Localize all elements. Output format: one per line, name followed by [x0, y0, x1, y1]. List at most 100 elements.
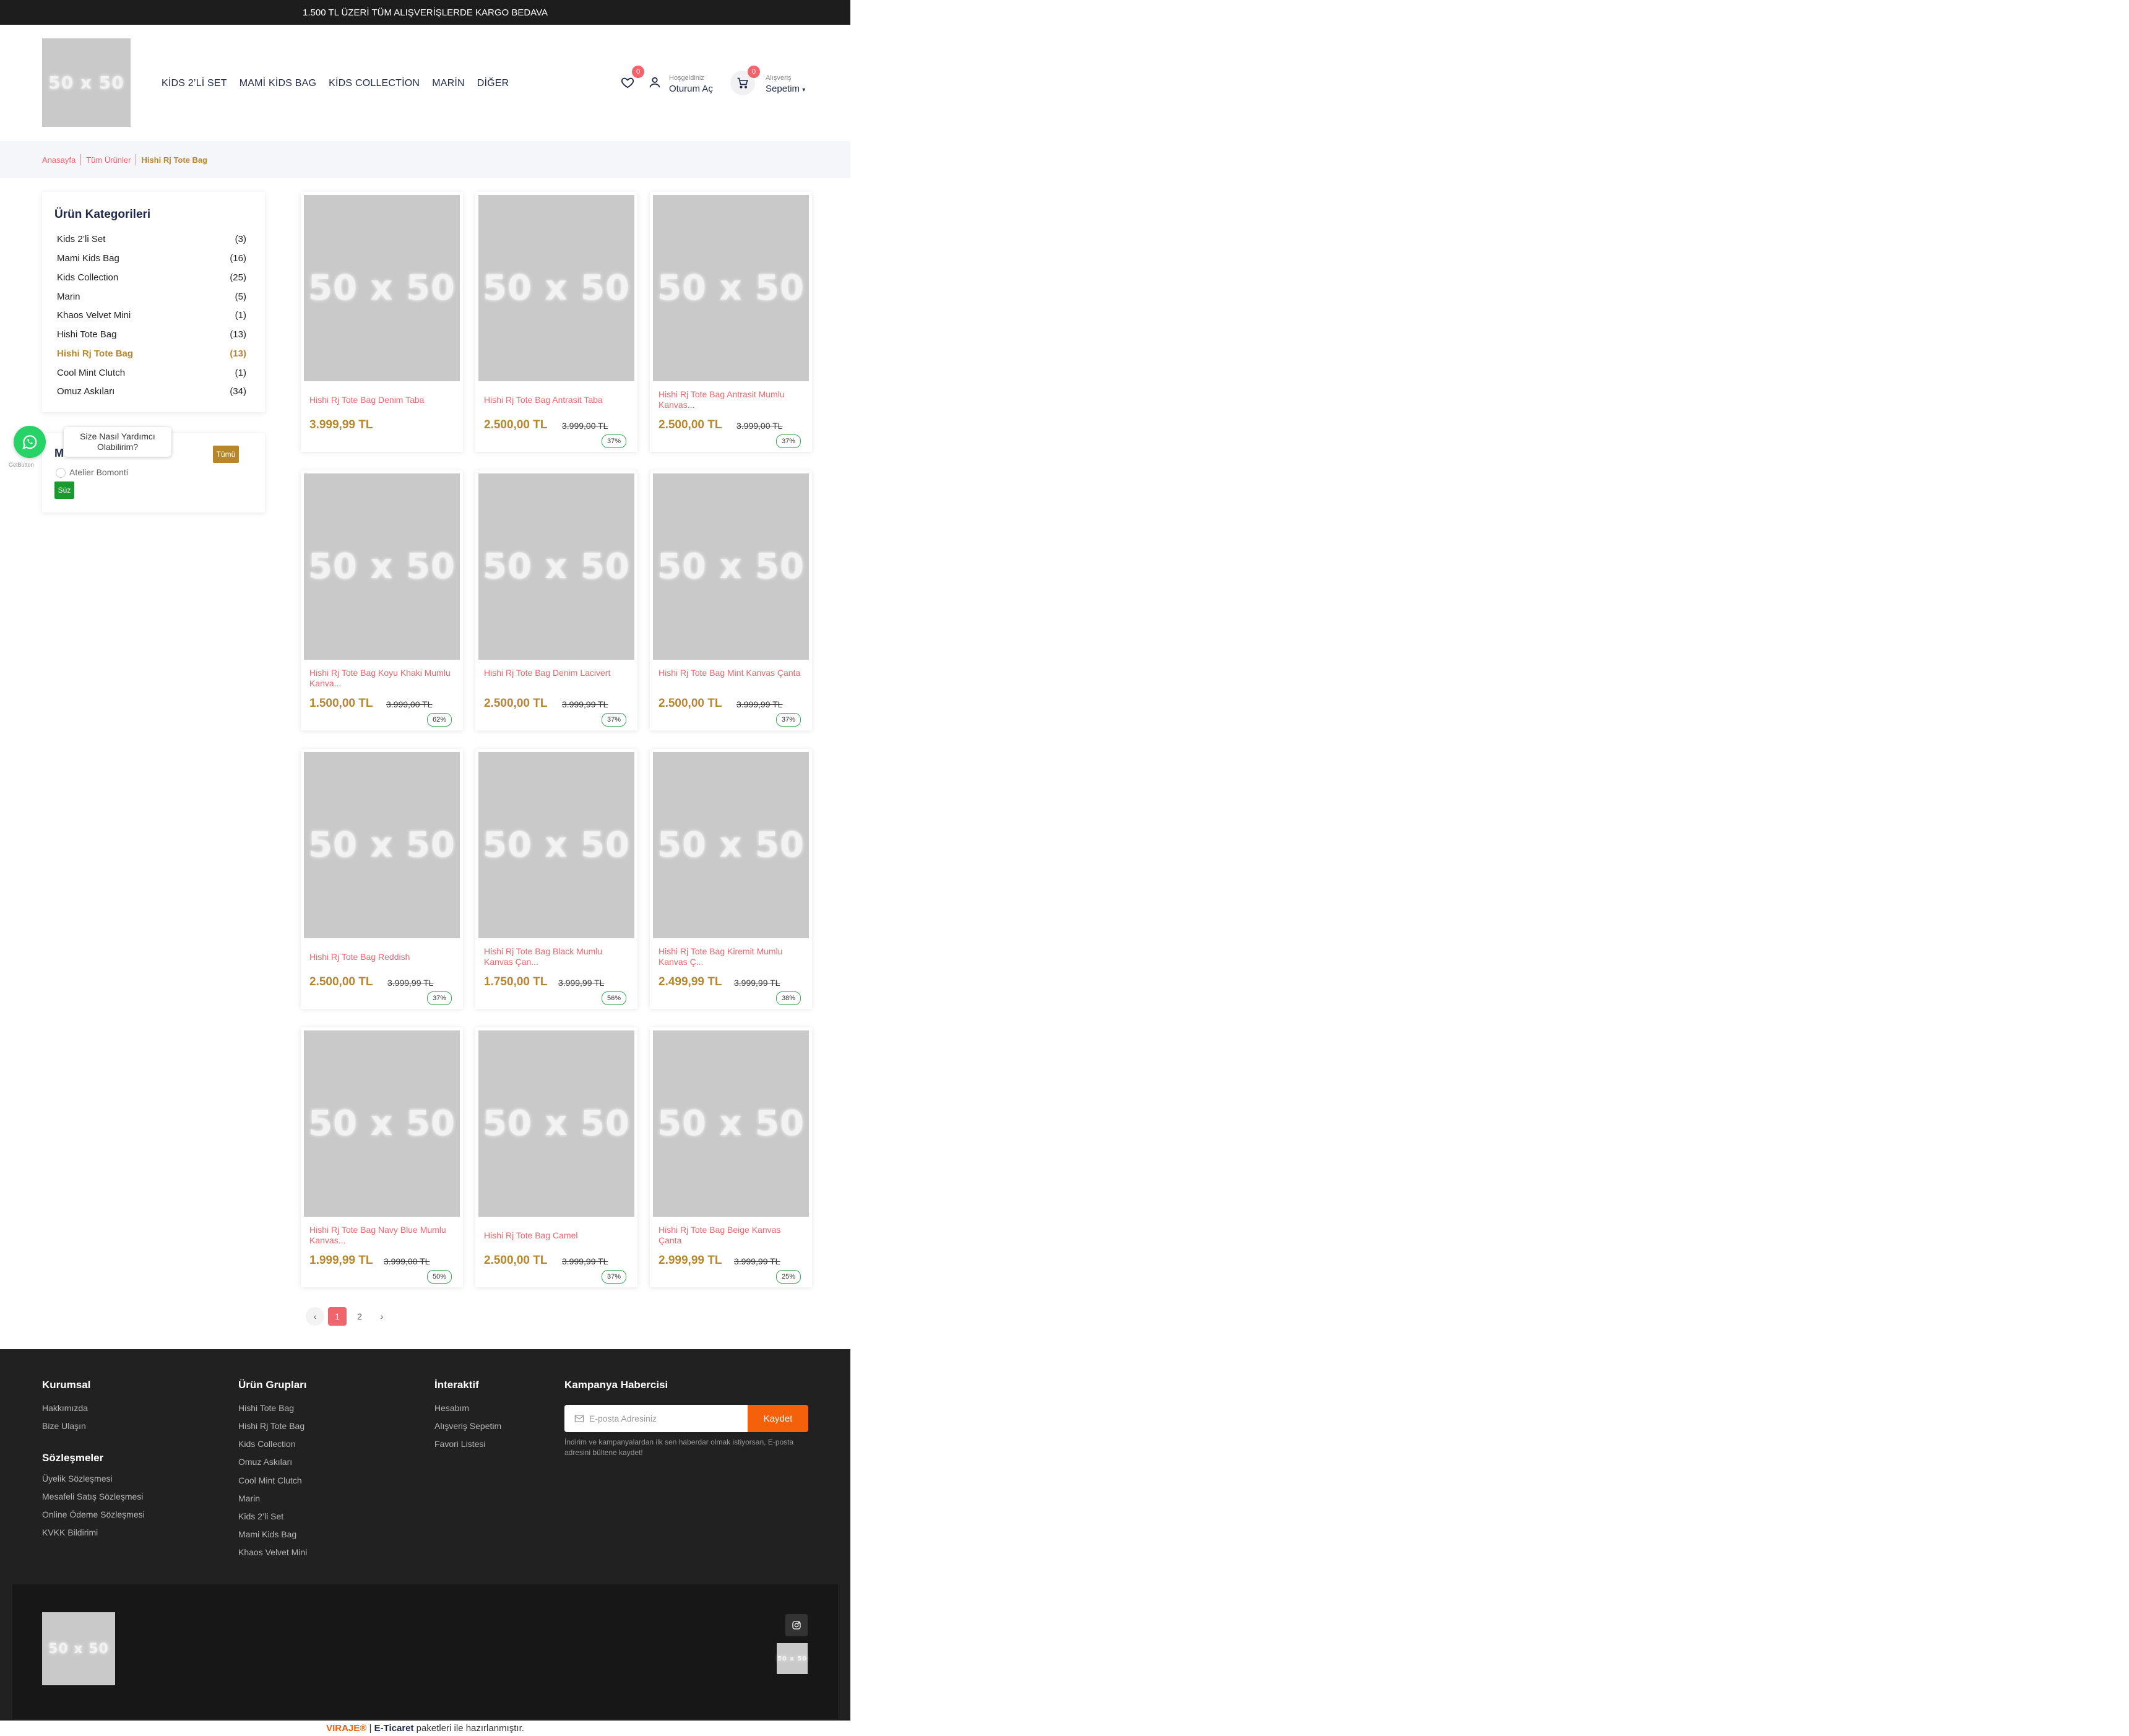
nav-item-kids-2li-set[interactable]: KİDS 2’Lİ SET	[162, 78, 227, 89]
breadcrumb-home[interactable]: Anasayfa	[42, 155, 76, 165]
category-item[interactable]: Cool Mint Clutch (1)	[57, 368, 246, 378]
footer-link[interactable]: Khaos Velvet Mini	[238, 1547, 307, 1557]
footer-link[interactable]: Omuz Askıları	[238, 1457, 292, 1467]
product-name[interactable]: Hishi Rj Tote Bag Mint Kanvas Çanta	[659, 668, 805, 678]
footer-link[interactable]: Kids 2’li Set	[238, 1511, 283, 1521]
product-name[interactable]: Hishi Rj Tote Bag Antrasit Mumlu Kanvas.…	[659, 389, 805, 410]
credit-text: paketleri ile hazırlanmıştır.	[413, 1723, 524, 1734]
filter-button[interactable]: Süz	[54, 482, 74, 499]
category-item[interactable]: Marin (5)	[57, 291, 246, 302]
footer-link[interactable]: Kids Collection	[238, 1439, 296, 1449]
wishlist-button[interactable]	[621, 76, 636, 90]
footer-link[interactable]: Marin	[238, 1493, 260, 1503]
category-name: Kids Collection	[57, 272, 119, 283]
product-name[interactable]: Hishi Rj Tote Bag Navy Blue Mumlu Kanvas…	[309, 1225, 456, 1246]
whatsapp-button[interactable]	[14, 426, 46, 458]
cart-label[interactable]: Sepetim ▾	[766, 84, 805, 94]
product-image[interactable]: 50 x 50	[304, 473, 460, 660]
footer-link[interactable]: Favori Listesi	[434, 1439, 485, 1449]
product-image[interactable]: 50 x 50	[653, 195, 809, 381]
footer-link[interactable]: Hesabım	[434, 1403, 469, 1413]
product-price: 2.500,00 TL	[309, 975, 373, 988]
product-card[interactable]: 50 x 50 Hishi Rj Tote Bag Mint Kanvas Ça…	[650, 470, 812, 730]
product-name[interactable]: Hishi Rj Tote Bag Black Mumlu Kanvas Çan…	[484, 946, 630, 967]
product-image[interactable]: 50 x 50	[653, 752, 809, 938]
footer-link[interactable]: Üyelik Sözleşmesi	[42, 1474, 113, 1483]
page-button[interactable]: 2	[350, 1307, 369, 1326]
category-item-active[interactable]: Hishi Rj Tote Bag (13)	[57, 348, 246, 359]
next-page-button[interactable]: ›	[373, 1307, 391, 1326]
product-name[interactable]: Hishi Rj Tote Bag Koyu Khaki Mumlu Kanva…	[309, 668, 456, 689]
breadcrumb-current: Hishi Rj Tote Bag	[141, 155, 208, 165]
product-image[interactable]: 50 x 50	[653, 473, 809, 660]
product-card[interactable]: 50 x 50 Hishi Rj Tote Bag Navy Blue Muml…	[301, 1027, 463, 1287]
category-item[interactable]: Omuz Askıları (34)	[57, 386, 246, 397]
product-name[interactable]: Hishi Rj Tote Bag Denim Taba	[309, 395, 456, 405]
nav-item-diger[interactable]: DİĞER	[477, 78, 509, 89]
product-name[interactable]: Hishi Rj Tote Bag Reddish	[309, 952, 456, 962]
footer-link[interactable]: Online Ödeme Sözleşmesi	[42, 1509, 145, 1519]
product-price: 2.500,00 TL	[484, 697, 548, 710]
product-image[interactable]: 50 x 50	[478, 195, 634, 381]
cart-icon	[737, 77, 748, 89]
product-name[interactable]: Hishi Rj Tote Bag Antrasit Taba	[484, 395, 630, 405]
product-card[interactable]: 50 x 50 Hishi Rj Tote Bag Denim Lacivert…	[475, 470, 637, 730]
footer-link[interactable]: Mesafeli Satış Sözleşmesi	[42, 1492, 143, 1501]
product-image[interactable]: 50 x 50	[478, 1030, 634, 1217]
nav-item-marin[interactable]: MARİN	[432, 78, 465, 89]
whatsapp-tooltip[interactable]: Size Nasıl Yardımcı Olabilirim?	[64, 427, 171, 457]
instagram-button[interactable]	[785, 1614, 808, 1636]
product-name[interactable]: Hishi Rj Tote Bag Camel	[484, 1230, 630, 1241]
footer-link[interactable]: Bize Ulaşın	[42, 1421, 86, 1431]
footer-link[interactable]: KVKK Bildirimi	[42, 1527, 98, 1537]
product-image[interactable]: 50 x 50	[653, 1030, 809, 1217]
product-card[interactable]: 50 x 50 Hishi Rj Tote Bag Beige Kanvas Ç…	[650, 1027, 812, 1287]
prev-page-button[interactable]: ‹	[306, 1307, 324, 1326]
product-image[interactable]: 50 x 50	[304, 752, 460, 938]
product-card[interactable]: 50 x 50 Hishi Rj Tote Bag Kiremit Mumlu …	[650, 749, 812, 1009]
login-link[interactable]: Oturum Aç	[669, 84, 713, 94]
product-card[interactable]: 50 x 50 Hishi Rj Tote Bag Black Mumlu Ka…	[475, 749, 637, 1009]
account-button[interactable]	[648, 76, 663, 90]
whatsapp-icon	[22, 435, 37, 449]
product-name[interactable]: Hishi Rj Tote Bag Denim Lacivert	[484, 668, 630, 678]
product-card[interactable]: 50 x 50 Hishi Rj Tote Bag Denim Taba 3.9…	[301, 192, 463, 452]
viraje-brand[interactable]: VIRAJE®	[326, 1723, 366, 1734]
newsletter-email-input[interactable]: E-posta Adresiniz	[564, 1405, 748, 1432]
product-image[interactable]: 50 x 50	[478, 473, 634, 660]
brand-all-button[interactable]: Tümü	[213, 446, 239, 463]
product-image[interactable]: 50 x 50	[478, 752, 634, 938]
product-card[interactable]: 50 x 50 Hishi Rj Tote Bag Koyu Khaki Mum…	[301, 470, 463, 730]
newsletter-save-button[interactable]: Kaydet	[748, 1405, 808, 1432]
nav-item-mami-kids-bag[interactable]: MAMİ KİDS BAG	[240, 78, 316, 89]
footer-link[interactable]: Hishi Rj Tote Bag	[238, 1421, 304, 1431]
page-button-current[interactable]: 1	[328, 1307, 347, 1326]
footer-logo[interactable]: 50 x 50	[42, 1612, 115, 1685]
category-item[interactable]: Mami Kids Bag (16)	[57, 253, 246, 264]
product-name[interactable]: Hishi Rj Tote Bag Beige Kanvas Çanta	[659, 1225, 805, 1246]
getbutton-credit[interactable]: GetButton	[9, 462, 34, 468]
footer-link[interactable]: Hishi Tote Bag	[238, 1403, 294, 1413]
footer-link[interactable]: Alışveriş Sepetim	[434, 1421, 501, 1431]
brand-checkbox[interactable]	[56, 468, 66, 478]
category-item[interactable]: Kids 2’li Set (3)	[57, 234, 246, 244]
category-item[interactable]: Hishi Tote Bag (13)	[57, 329, 246, 340]
product-card[interactable]: 50 x 50 Hishi Rj Tote Bag Camel 2.500,00…	[475, 1027, 637, 1287]
category-item[interactable]: Khaos Velvet Mini (1)	[57, 310, 246, 321]
product-card[interactable]: 50 x 50 Hishi Rj Tote Bag Antrasit Taba …	[475, 192, 637, 452]
footer-link[interactable]: Cool Mint Clutch	[238, 1475, 302, 1485]
category-count: (13)	[230, 329, 246, 340]
category-item[interactable]: Kids Collection (25)	[57, 272, 246, 283]
nav-item-kids-collection[interactable]: KİDS COLLECTİON	[329, 78, 420, 89]
product-image[interactable]: 50 x 50	[304, 195, 460, 381]
product-card[interactable]: 50 x 50 Hishi Rj Tote Bag Reddish 2.500,…	[301, 749, 463, 1009]
product-old-price: 3.999,99 TL	[734, 1256, 780, 1266]
product-image[interactable]: 50 x 50	[304, 1030, 460, 1217]
product-name[interactable]: Hishi Rj Tote Bag Kiremit Mumlu Kanvas Ç…	[659, 946, 805, 967]
site-logo[interactable]: 50 x 50	[42, 38, 131, 127]
footer-link[interactable]: Mami Kids Bag	[238, 1529, 296, 1539]
category-count: (34)	[230, 386, 246, 397]
breadcrumb-all-products[interactable]: Tüm Ürünler	[86, 155, 131, 165]
product-card[interactable]: 50 x 50 Hishi Rj Tote Bag Antrasit Mumlu…	[650, 192, 812, 452]
footer-link[interactable]: Hakkımızda	[42, 1403, 88, 1413]
